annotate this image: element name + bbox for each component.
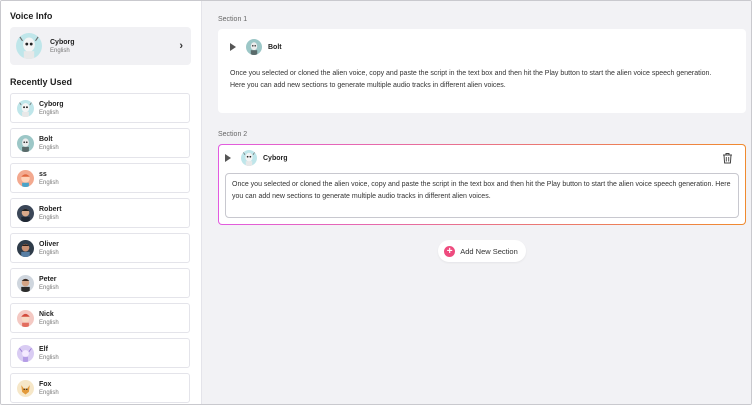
nick-avatar-icon: [17, 310, 34, 327]
elf-avatar-icon: [17, 345, 34, 362]
voice-name: Oliver: [39, 240, 59, 248]
voice-name: Peter: [39, 275, 57, 283]
voice-info-heading: Voice Info: [10, 11, 53, 21]
bolt-avatar-icon: [17, 135, 34, 152]
section-2-script-textarea[interactable]: Once you selected or cloned the alien vo…: [225, 173, 739, 218]
voice-language: English: [39, 354, 59, 361]
recently-used-heading: Recently Used: [10, 77, 73, 87]
voice-name: Robert: [39, 205, 62, 213]
plus-icon: +: [444, 245, 456, 257]
voice-language: English: [39, 319, 59, 326]
main-panel: Section 1 Bolt Once you selected or clon…: [202, 1, 751, 404]
voice-name: Cyborg: [39, 100, 64, 108]
voice-language: English: [39, 249, 59, 256]
cyborg-avatar-icon: [17, 100, 34, 117]
recent-voice-cyborg[interactable]: Cyborg English: [10, 93, 190, 123]
peter-avatar-icon: [17, 275, 34, 292]
voice-language: English: [39, 109, 59, 116]
selected-voice-name: Cyborg: [50, 38, 75, 46]
play-icon[interactable]: [225, 154, 231, 162]
bolt-avatar-icon: [246, 39, 262, 55]
voice-language: English: [39, 179, 59, 186]
trash-icon[interactable]: [722, 152, 733, 164]
voice-name: Bolt: [39, 135, 53, 143]
section-2-card[interactable]: Cyborg Once you selected or cloned the a…: [218, 144, 746, 225]
recent-voice-list: Cyborg English Bolt English ss English R…: [10, 93, 191, 404]
selected-voice-card[interactable]: Cyborg English ›: [10, 27, 191, 65]
chevron-right-icon: ›: [179, 40, 183, 52]
voice-language: English: [39, 214, 59, 221]
section-2-voice-name[interactable]: Cyborg: [263, 155, 288, 162]
voice-name: Fox: [39, 380, 52, 388]
add-new-section-button[interactable]: + Add New Section: [438, 240, 526, 262]
voice-language: English: [39, 284, 59, 291]
recent-voice-ss[interactable]: ss English: [10, 163, 190, 193]
selected-voice-language: English: [50, 47, 70, 54]
section-1-voice-name[interactable]: Bolt: [268, 44, 282, 51]
ss-avatar-icon: [17, 170, 34, 187]
fox-avatar-icon: [17, 380, 34, 397]
sidebar: Voice Info Cyborg English › Recently Use…: [1, 1, 202, 404]
voice-name: Elf: [39, 345, 48, 353]
voice-language: English: [39, 389, 59, 396]
section-1-card[interactable]: Bolt Once you selected or cloned the ali…: [218, 29, 746, 113]
recent-voice-elf[interactable]: Elf English: [10, 338, 190, 368]
recent-voice-oliver[interactable]: Oliver English: [10, 233, 190, 263]
section-1-label: Section 1: [218, 16, 248, 23]
recent-voice-fox[interactable]: Fox English: [10, 373, 190, 403]
recent-voice-peter[interactable]: Peter English: [10, 268, 190, 298]
voice-language: English: [39, 144, 59, 151]
oliver-avatar-icon: [17, 240, 34, 257]
recent-voice-robert[interactable]: Robert English: [10, 198, 190, 228]
voice-name: Nick: [39, 310, 54, 318]
play-icon[interactable]: [230, 43, 236, 51]
cyborg-avatar-icon: [241, 150, 257, 166]
voice-name: ss: [39, 170, 47, 178]
section-2-script-text: Once you selected or cloned the alien vo…: [232, 181, 731, 200]
app-window: Voice Info Cyborg English › Recently Use…: [0, 0, 752, 405]
recent-voice-nick[interactable]: Nick English: [10, 303, 190, 333]
add-section-wrapper: + Add New Section: [218, 240, 746, 262]
robert-avatar-icon: [17, 205, 34, 222]
add-new-section-label: Add New Section: [460, 246, 518, 256]
cyborg-avatar-icon: [16, 33, 42, 59]
section-1-script-text[interactable]: Once you selected or cloned the alien vo…: [230, 68, 734, 92]
section-2-label: Section 2: [218, 131, 248, 138]
recent-voice-bolt[interactable]: Bolt English: [10, 128, 190, 158]
